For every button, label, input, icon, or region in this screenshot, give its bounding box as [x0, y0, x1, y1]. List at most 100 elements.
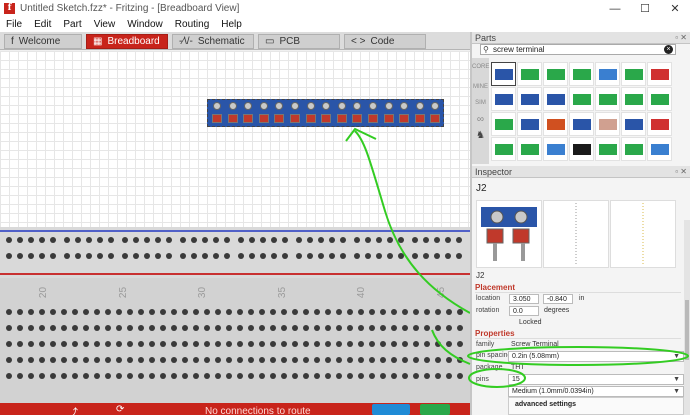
- part-icon: [651, 94, 669, 105]
- part-icon: [599, 144, 617, 155]
- part-icon: [573, 144, 591, 155]
- location-y-field[interactable]: -0.840: [543, 294, 573, 304]
- tab-breadboard[interactable]: ▦ Breadboard: [86, 34, 168, 49]
- part-thumbnail[interactable]: [595, 62, 620, 86]
- part-thumbnail[interactable]: [543, 62, 568, 86]
- window-title: Untitled Sketch.fzz* - Fritzing - [Bread…: [20, 3, 240, 14]
- tab-label: Schematic: [197, 36, 245, 47]
- menu-edit[interactable]: Edit: [28, 19, 57, 30]
- pin-spacing-select[interactable]: 0.2in (5.08mm) ▼: [508, 351, 684, 362]
- part-thumbnail[interactable]: [517, 62, 542, 86]
- panel-float-close-icon[interactable]: ▫ ✕: [675, 166, 687, 178]
- menu-window[interactable]: Window: [121, 19, 169, 30]
- part-thumbnail[interactable]: [569, 62, 594, 86]
- bin-loop-icon[interactable]: ∞: [472, 114, 489, 125]
- part-thumbnail[interactable]: [491, 137, 516, 161]
- part-icon: [573, 94, 591, 105]
- part-thumbnail[interactable]: [621, 62, 646, 86]
- part-thumbnail[interactable]: [647, 137, 672, 161]
- parts-search-input[interactable]: ⚲ screw terminal ×: [480, 44, 676, 55]
- part-thumbnail[interactable]: [569, 137, 594, 161]
- part-thumbnail[interactable]: [647, 112, 672, 136]
- breadboard-preview-image: [476, 200, 542, 268]
- family-value: Screw Terminal: [511, 341, 559, 348]
- part-icon: [651, 144, 669, 155]
- part-icon: [651, 69, 669, 80]
- bin-search-icon[interactable]: ♞: [472, 130, 489, 141]
- upload-button[interactable]: [420, 404, 450, 415]
- menu-view[interactable]: View: [88, 19, 122, 30]
- minimize-button[interactable]: —: [600, 0, 630, 17]
- fritzing-logo-icon: f: [4, 3, 15, 14]
- bin-sim[interactable]: SIM: [472, 100, 489, 106]
- part-thumbnail[interactable]: [621, 87, 646, 111]
- rotation-field[interactable]: 0.0: [509, 306, 539, 316]
- part-thumbnail[interactable]: [543, 87, 568, 111]
- part-thumbnail[interactable]: [491, 112, 516, 136]
- part-icon: [495, 144, 513, 155]
- locked-checkbox[interactable]: Locked: [519, 319, 542, 326]
- inspector-scrollbar[interactable]: [684, 220, 690, 415]
- search-value: screw terminal: [493, 45, 545, 54]
- parts-results-grid: [491, 62, 676, 161]
- part-thumbnail[interactable]: [595, 87, 620, 111]
- part-thumbnail[interactable]: [569, 112, 594, 136]
- advanced-settings-group[interactable]: advanced settings: [508, 397, 684, 415]
- chevron-down-icon: ▼: [673, 388, 680, 395]
- simulate-button[interactable]: [372, 404, 410, 415]
- scrollbar-thumb[interactable]: [685, 300, 689, 360]
- tab-code[interactable]: < > Code: [344, 34, 426, 49]
- part-thumbnail[interactable]: [621, 112, 646, 136]
- menu-part[interactable]: Part: [57, 19, 87, 30]
- bin-mine[interactable]: MINE: [472, 84, 489, 90]
- location-label: location: [476, 295, 501, 302]
- package-value: THT: [511, 364, 525, 371]
- share-icon[interactable]: ⤴: [68, 404, 78, 415]
- package-label: package: [476, 364, 503, 371]
- menu-routing[interactable]: Routing: [169, 19, 215, 30]
- tab-pcb[interactable]: ▭ PCB: [258, 34, 340, 49]
- part-icon: [651, 119, 669, 130]
- menu-file[interactable]: File: [0, 19, 28, 30]
- part-thumbnail[interactable]: [595, 112, 620, 136]
- part-thumbnail[interactable]: [595, 137, 620, 161]
- part-thumbnail[interactable]: [621, 137, 646, 161]
- location-x-field[interactable]: 3.050: [509, 294, 539, 304]
- pins-select[interactable]: 15 ▼: [508, 374, 684, 385]
- tab-schematic[interactable]: -⁄\/- Schematic: [172, 34, 254, 49]
- part-icon: [521, 119, 539, 130]
- annotation-arrow: [354, 130, 470, 314]
- breadboard-canvas[interactable]: 20 25 30 35 40 45: [0, 51, 470, 403]
- part-thumbnail[interactable]: [491, 62, 516, 86]
- part-thumbnail[interactable]: [491, 87, 516, 111]
- part-icon: [599, 119, 617, 130]
- panel-float-close-icon[interactable]: ▫ ✕: [675, 32, 687, 44]
- bin-core[interactable]: CORE: [472, 64, 489, 70]
- inspector-title: Inspector: [475, 167, 513, 177]
- location-unit[interactable]: in: [579, 295, 584, 302]
- part-icon: [599, 69, 617, 80]
- pins-value: 15: [512, 376, 520, 383]
- part-thumbnail[interactable]: [517, 112, 542, 136]
- part-thumbnail[interactable]: [647, 87, 672, 111]
- close-button[interactable]: ✕: [660, 0, 690, 17]
- part-thumbnail[interactable]: [517, 87, 542, 111]
- divider: [475, 338, 681, 339]
- part-thumbnail[interactable]: [543, 137, 568, 161]
- part-thumbnail[interactable]: [569, 87, 594, 111]
- clear-search-icon[interactable]: ×: [664, 45, 673, 54]
- menu-help[interactable]: Help: [215, 19, 248, 30]
- part-thumbnail[interactable]: [543, 112, 568, 136]
- hole-size-select[interactable]: Medium (1.0mm/0.0394in) ▼: [508, 386, 684, 397]
- part-icon: [625, 144, 643, 155]
- part-icon: [521, 94, 539, 105]
- part-thumbnail[interactable]: [517, 137, 542, 161]
- maximize-button[interactable]: ☐: [630, 0, 660, 17]
- hole-size-value: Medium (1.0mm/0.0394in): [512, 388, 594, 395]
- part-icon: [547, 144, 565, 155]
- family-label: family: [476, 341, 495, 348]
- pin-spacing-value: 0.2in (5.08mm): [512, 353, 560, 360]
- part-thumbnail[interactable]: [647, 62, 672, 86]
- tab-welcome[interactable]: f Welcome: [4, 34, 82, 49]
- rotate-icon[interactable]: ⟳: [116, 404, 124, 415]
